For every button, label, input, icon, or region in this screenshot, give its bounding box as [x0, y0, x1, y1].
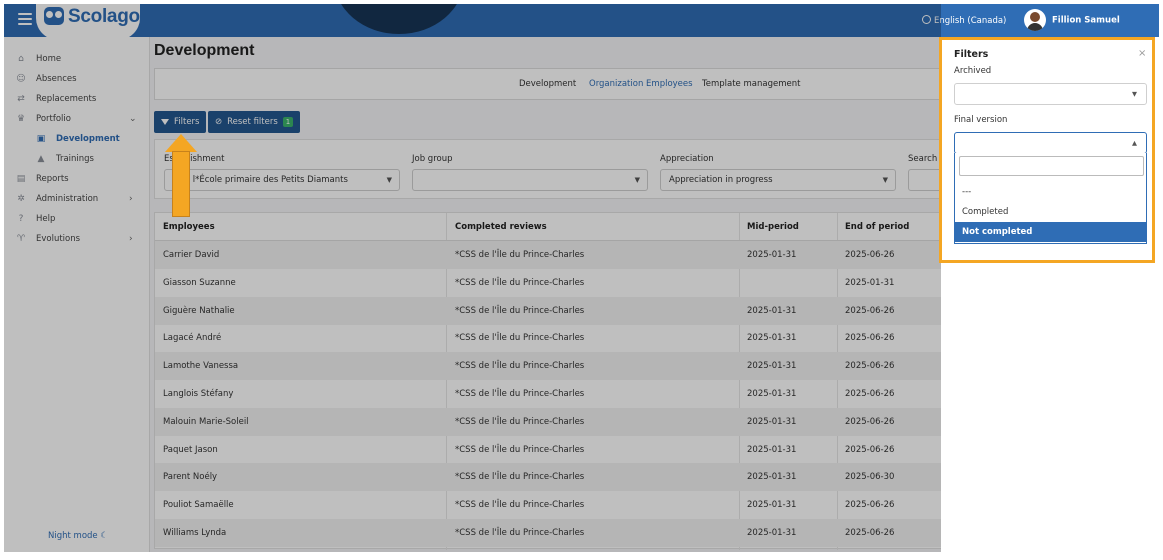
modal-overlay[interactable]	[4, 4, 941, 552]
highlight-box	[939, 37, 1155, 263]
annotation-arrow-shaft	[172, 151, 190, 217]
avatar	[1024, 9, 1046, 31]
language-label: English (Canada)	[934, 16, 1007, 26]
user-menu[interactable]: Fillion Samuel	[1024, 9, 1120, 31]
user-name: Fillion Samuel	[1052, 15, 1120, 26]
annotation-arrow-head	[165, 134, 197, 152]
